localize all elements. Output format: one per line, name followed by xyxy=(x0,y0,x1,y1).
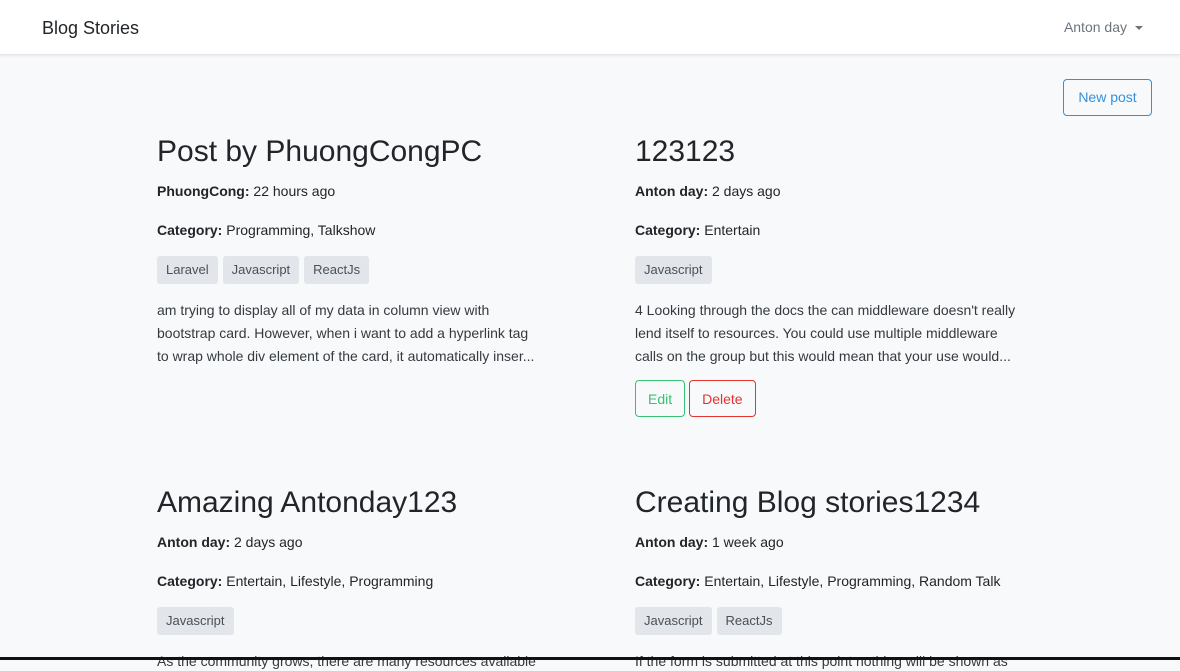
excerpt-line: If the form is submitted at this point n… xyxy=(635,653,1008,669)
category-values: Entertain xyxy=(704,222,761,238)
post-author: Anton day: xyxy=(157,534,231,550)
excerpt-line: am trying to display all of my data in c… xyxy=(157,302,490,318)
delete-button[interactable]: Delete xyxy=(689,380,756,417)
tag-badge[interactable]: Javascript xyxy=(222,256,300,284)
excerpt-line: lend itself to resources. You could use … xyxy=(635,325,998,341)
post-excerpt: am trying to display all of my data in c… xyxy=(157,299,557,368)
user-dropdown[interactable]: Anton day xyxy=(1064,18,1143,36)
category-values: Programming, Talkshow xyxy=(226,222,376,238)
brand-link[interactable]: Blog Stories xyxy=(42,17,139,39)
tag-list: Javascript xyxy=(635,256,1045,284)
post-title[interactable]: Creating Blog stories1234 xyxy=(635,485,1045,521)
user-name: Anton day xyxy=(1063,19,1127,35)
post-author: PhuongCong: xyxy=(157,183,250,199)
post-categories: Category: Entertain xyxy=(635,221,1045,239)
post-card: Post by PhuongCongPC PhuongCong: 22 hour… xyxy=(157,134,567,368)
excerpt-line: to wrap whole div element of the card, i… xyxy=(157,348,535,364)
post-card: Amazing Antonday123 Anton day: 2 days ag… xyxy=(157,485,567,671)
post-categories: Category: Programming, Talkshow xyxy=(157,221,567,239)
tag-list: Laravel Javascript ReactJs xyxy=(157,256,567,284)
tag-badge[interactable]: ReactJs xyxy=(716,607,782,635)
post-author: Anton day: xyxy=(635,183,709,199)
category-label: Category: xyxy=(635,573,701,589)
post-time: 1 week ago xyxy=(712,534,784,550)
post-actions: Edit Delete xyxy=(635,380,1045,417)
post-excerpt: 4 Looking through the docs the can middl… xyxy=(635,299,1035,368)
tag-badge[interactable]: Laravel xyxy=(157,256,218,284)
post-meta: Anton day: 2 days ago xyxy=(635,182,1045,200)
excerpt-line: calls on the group but this would mean t… xyxy=(635,348,1011,364)
post-meta: PhuongCong: 22 hours ago xyxy=(157,182,567,200)
tag-badge[interactable]: ReactJs xyxy=(304,256,370,284)
post-time: 2 days ago xyxy=(234,534,303,550)
post-time: 2 days ago xyxy=(712,183,781,199)
category-label: Category: xyxy=(157,222,223,238)
excerpt-line: bootstrap card. However, when i want to … xyxy=(157,325,529,341)
post-categories: Category: Entertain, Lifestyle, Programm… xyxy=(635,572,1045,590)
tag-badge[interactable]: Javascript xyxy=(635,256,712,284)
category-values: Entertain, Lifestyle, Programming xyxy=(226,573,434,589)
excerpt-line: As the community grows, there are many r… xyxy=(157,653,536,669)
tag-list: Javascript ReactJs xyxy=(635,607,1045,635)
category-values: Entertain, Lifestyle, Programming, Rando… xyxy=(704,573,1001,589)
post-meta: Anton day: 2 days ago xyxy=(157,533,567,551)
caret-down-icon xyxy=(1135,25,1143,30)
tag-badge[interactable]: Javascript xyxy=(635,607,712,635)
post-card: Creating Blog stories1234 Anton day: 1 w… xyxy=(635,485,1045,671)
post-meta: Anton day: 1 week ago xyxy=(635,533,1045,551)
post-title[interactable]: 123123 xyxy=(635,134,1045,170)
post-excerpt: As the community grows, there are many r… xyxy=(157,650,557,671)
post-card: 123123 Anton day: 2 days ago Category: E… xyxy=(635,134,1045,417)
post-title[interactable]: Amazing Antonday123 xyxy=(157,485,567,521)
post-title[interactable]: Post by PhuongCongPC xyxy=(157,134,567,170)
excerpt-line: 4 Looking through the docs the can middl… xyxy=(635,302,1016,318)
navbar: Blog Stories Anton day xyxy=(0,0,1180,55)
tag-badge[interactable]: Javascript xyxy=(157,607,234,635)
category-label: Category: xyxy=(635,222,701,238)
tag-list: Javascript xyxy=(157,607,567,635)
category-label: Category: xyxy=(157,573,223,589)
post-author: Anton day: xyxy=(635,534,709,550)
new-post-button[interactable]: New post xyxy=(1063,79,1152,116)
post-time: 22 hours ago xyxy=(253,183,336,199)
post-excerpt: If the form is submitted at this point n… xyxy=(635,650,1035,671)
post-categories: Category: Entertain, Lifestyle, Programm… xyxy=(157,572,567,590)
edit-button[interactable]: Edit xyxy=(635,380,686,417)
